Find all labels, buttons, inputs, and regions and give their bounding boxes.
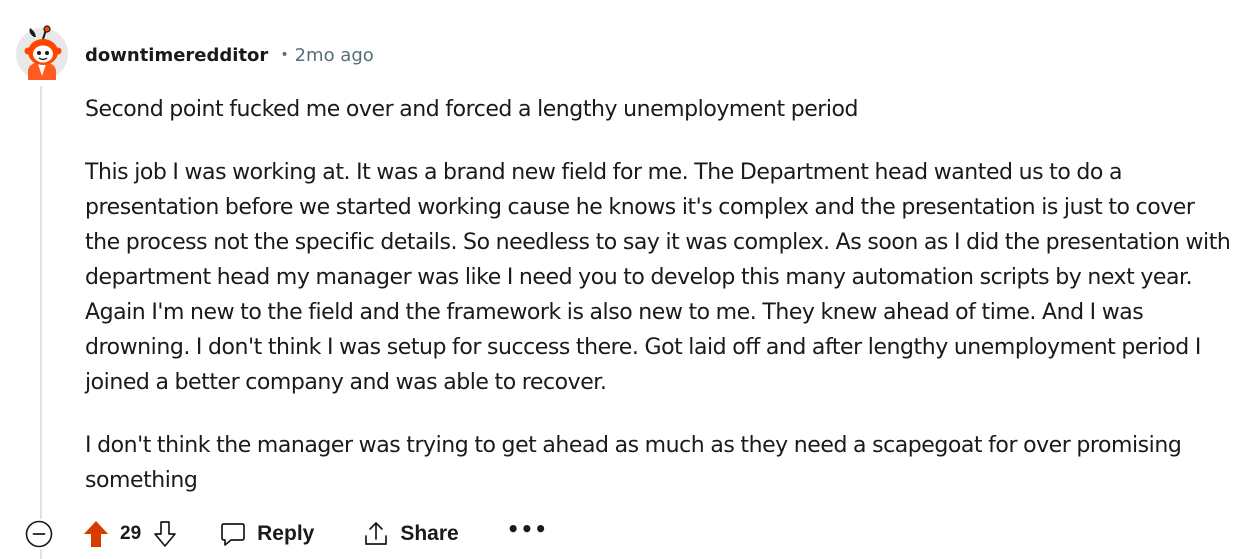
comment-body: Second point fucked me over and forced a… — [85, 92, 1235, 526]
reply-label: Reply — [257, 522, 315, 545]
comment-paragraph: This job I was working at. It was a bran… — [85, 160, 1231, 395]
downvote-button[interactable] — [151, 518, 179, 550]
thread-line[interactable] — [40, 86, 42, 559]
share-icon — [365, 522, 388, 545]
comment-paragraph: Second point fucked me over and forced a… — [85, 97, 859, 122]
more-options-button[interactable]: ••• — [507, 519, 548, 549]
reply-bubble-icon — [221, 523, 245, 546]
snoo-avatar-icon — [16, 25, 68, 80]
share-label: Share — [400, 522, 459, 545]
upvote-arrow-icon — [84, 521, 108, 547]
collapse-minus-icon — [25, 520, 53, 548]
reply-button[interactable]: Reply — [219, 520, 314, 548]
comment-meta: downtimeredditor • 2mo ago — [85, 42, 374, 68]
vote-score: 29 — [120, 523, 142, 544]
comment-actions: 29 Reply Share ••• — [24, 514, 548, 554]
author-link[interactable]: downtimeredditor — [85, 45, 268, 66]
meta-separator: • — [280, 47, 289, 63]
avatar[interactable] — [16, 24, 68, 80]
comment-paragraph: I don't think the manager was trying to … — [85, 433, 1182, 493]
collapse-button[interactable] — [24, 519, 54, 549]
upvote-button[interactable] — [82, 518, 110, 550]
comment: downtimeredditor • 2mo ago Second point … — [0, 0, 1247, 559]
downvote-arrow-icon — [154, 521, 176, 547]
more-options-icon: ••• — [506, 517, 549, 541]
vote-controls: 29 — [82, 518, 179, 550]
timestamp[interactable]: 2mo ago — [295, 45, 374, 66]
share-button[interactable]: Share — [362, 520, 459, 548]
